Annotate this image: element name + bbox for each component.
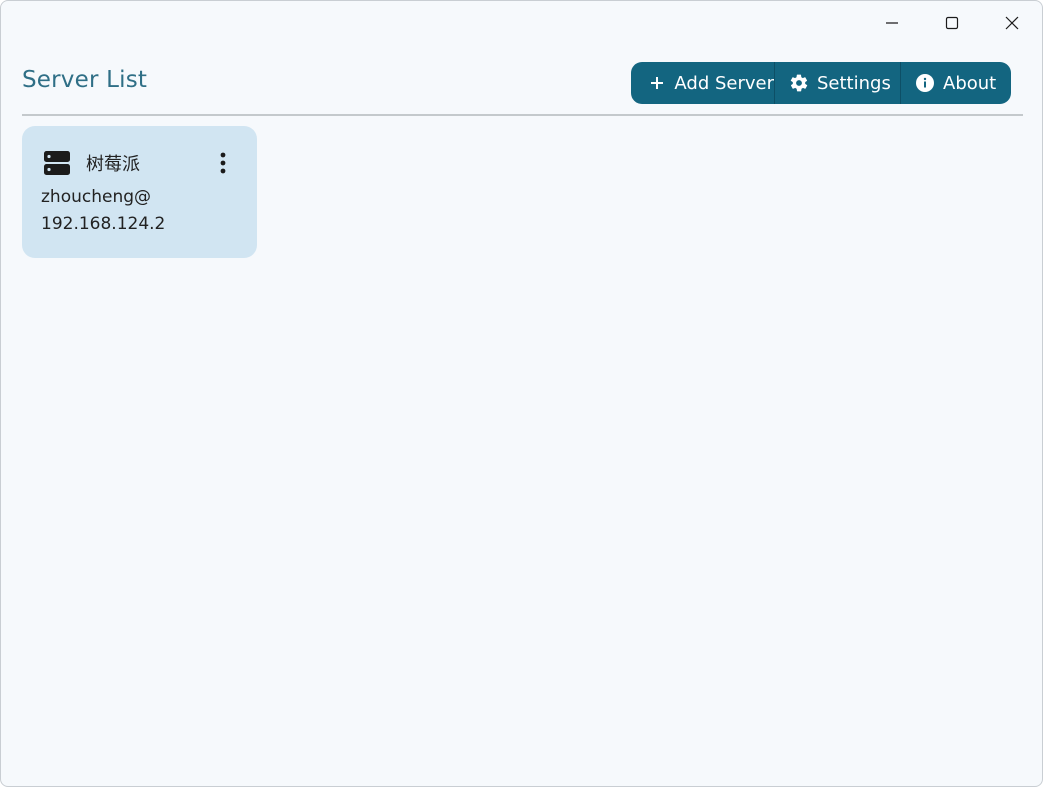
gear-icon: [789, 73, 809, 93]
close-button[interactable]: [982, 1, 1042, 45]
more-vert-icon: [220, 152, 226, 174]
minimize-icon: [886, 22, 898, 24]
more-options-button[interactable]: [210, 148, 236, 178]
settings-button[interactable]: Settings: [774, 62, 900, 104]
about-label: About: [943, 72, 997, 94]
server-card[interactable]: 树莓派 zhoucheng@ 192.168.124.2: [22, 126, 257, 258]
page-title: Server List: [22, 67, 148, 93]
app-window: Server List Add Server Settings About 树莓…: [0, 0, 1043, 787]
about-button[interactable]: About: [900, 62, 1011, 104]
add-server-button[interactable]: Add Server: [631, 62, 774, 104]
header-divider: [22, 114, 1023, 116]
window-controls: [862, 1, 1042, 45]
minimize-button[interactable]: [862, 1, 922, 45]
toolbar: Add Server Settings About: [631, 62, 1011, 104]
maximize-icon: [945, 16, 959, 30]
info-icon: [915, 73, 935, 93]
server-user: zhoucheng@: [41, 187, 152, 207]
settings-label: Settings: [817, 72, 891, 94]
add-server-label: Add Server: [674, 72, 774, 94]
server-name: 树莓派: [86, 154, 140, 175]
server-icon: [44, 151, 70, 175]
close-icon: [1005, 16, 1019, 30]
server-host: 192.168.124.2: [41, 214, 166, 234]
maximize-button[interactable]: [922, 1, 982, 45]
plus-icon: [648, 73, 666, 93]
